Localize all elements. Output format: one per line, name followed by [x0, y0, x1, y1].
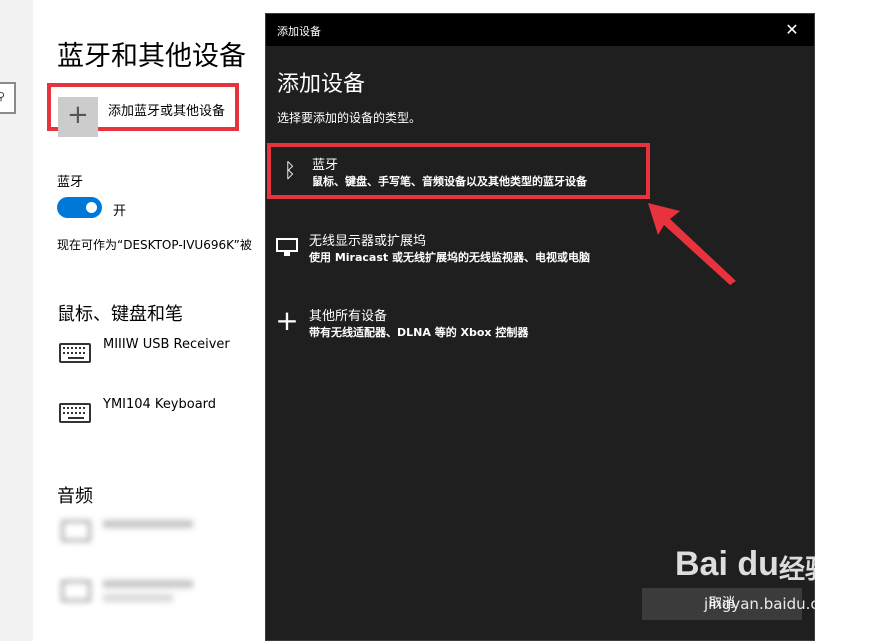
device-item[interactable]: MIIIW USB Receiver: [57, 337, 267, 377]
blurred-audio-device: [57, 518, 257, 548]
dialog-window-title: 添加设备: [277, 25, 321, 38]
watermark-logo: Bai du: [675, 545, 779, 583]
annotation-arrow: [648, 203, 736, 285]
option-name: 无线显示器或扩展坞: [309, 234, 427, 249]
option-bluetooth[interactable]: ᛒ 蓝牙 鼠标、键盘、手写笔、音频设备以及其他类型的蓝牙设备: [267, 143, 650, 199]
keyboard-icon: [59, 343, 91, 363]
search-box[interactable]: ⚲: [0, 82, 16, 114]
blurred-audio-device: [57, 578, 257, 614]
bluetooth-state-text: 开: [113, 204, 127, 219]
toggle-knob: [86, 202, 97, 213]
mouse-keyboard-pen-heading: 鼠标、键盘和笔: [57, 304, 183, 325]
search-icon: ⚲: [0, 90, 6, 103]
option-name: 其他所有设备: [309, 309, 388, 324]
add-device-button[interactable]: + 添加蓝牙或其他设备: [47, 83, 239, 137]
add-device-tile: +: [58, 97, 98, 137]
device-name: MIIIW USB Receiver: [103, 337, 230, 352]
left-navigation-strip: ⚲: [0, 0, 33, 641]
device-name: YMI104 Keyboard: [103, 397, 217, 412]
keyboard-icon: [59, 403, 91, 423]
monitor-icon: [274, 233, 300, 259]
close-button[interactable]: ✕: [770, 14, 814, 46]
discoverable-text: 现在可作为“DESKTOP-IVU696K”被: [57, 238, 252, 252]
dialog-subtitle: 选择要添加的设备的类型。: [277, 111, 422, 125]
page-title: 蓝牙和其他设备: [57, 41, 246, 72]
dialog-heading: 添加设备: [277, 72, 366, 97]
bluetooth-icon: ᛒ: [284, 158, 296, 182]
plus-icon: +: [275, 304, 299, 337]
watermark-url: jingyan.baidu.com: [704, 595, 843, 613]
option-description: 带有无线适配器、DLNA 等的 Xbox 控制器: [309, 326, 529, 339]
bluetooth-toggle[interactable]: [57, 197, 102, 218]
plus-icon: +: [67, 100, 89, 130]
option-description: 鼠标、键盘、手写笔、音频设备以及其他类型的蓝牙设备: [312, 175, 587, 188]
watermark-suffix: 经验: [779, 555, 832, 585]
option-name: 蓝牙: [312, 158, 339, 173]
dialog-titlebar: 添加设备 ✕: [266, 14, 814, 46]
option-description: 使用 Miracast 或无线扩展坞的无线监视器、电视或电脑: [309, 251, 590, 264]
audio-heading: 音频: [57, 486, 93, 507]
device-item[interactable]: YMI104 Keyboard: [57, 397, 267, 437]
option-other-devices[interactable]: + 其他所有设备 带有无线适配器、DLNA 等的 Xbox 控制器: [268, 298, 814, 354]
add-device-label: 添加蓝牙或其他设备: [108, 104, 226, 119]
watermark: Bai du 经验 jingyan.baidu.com: [675, 545, 875, 635]
bluetooth-label: 蓝牙: [57, 175, 84, 190]
